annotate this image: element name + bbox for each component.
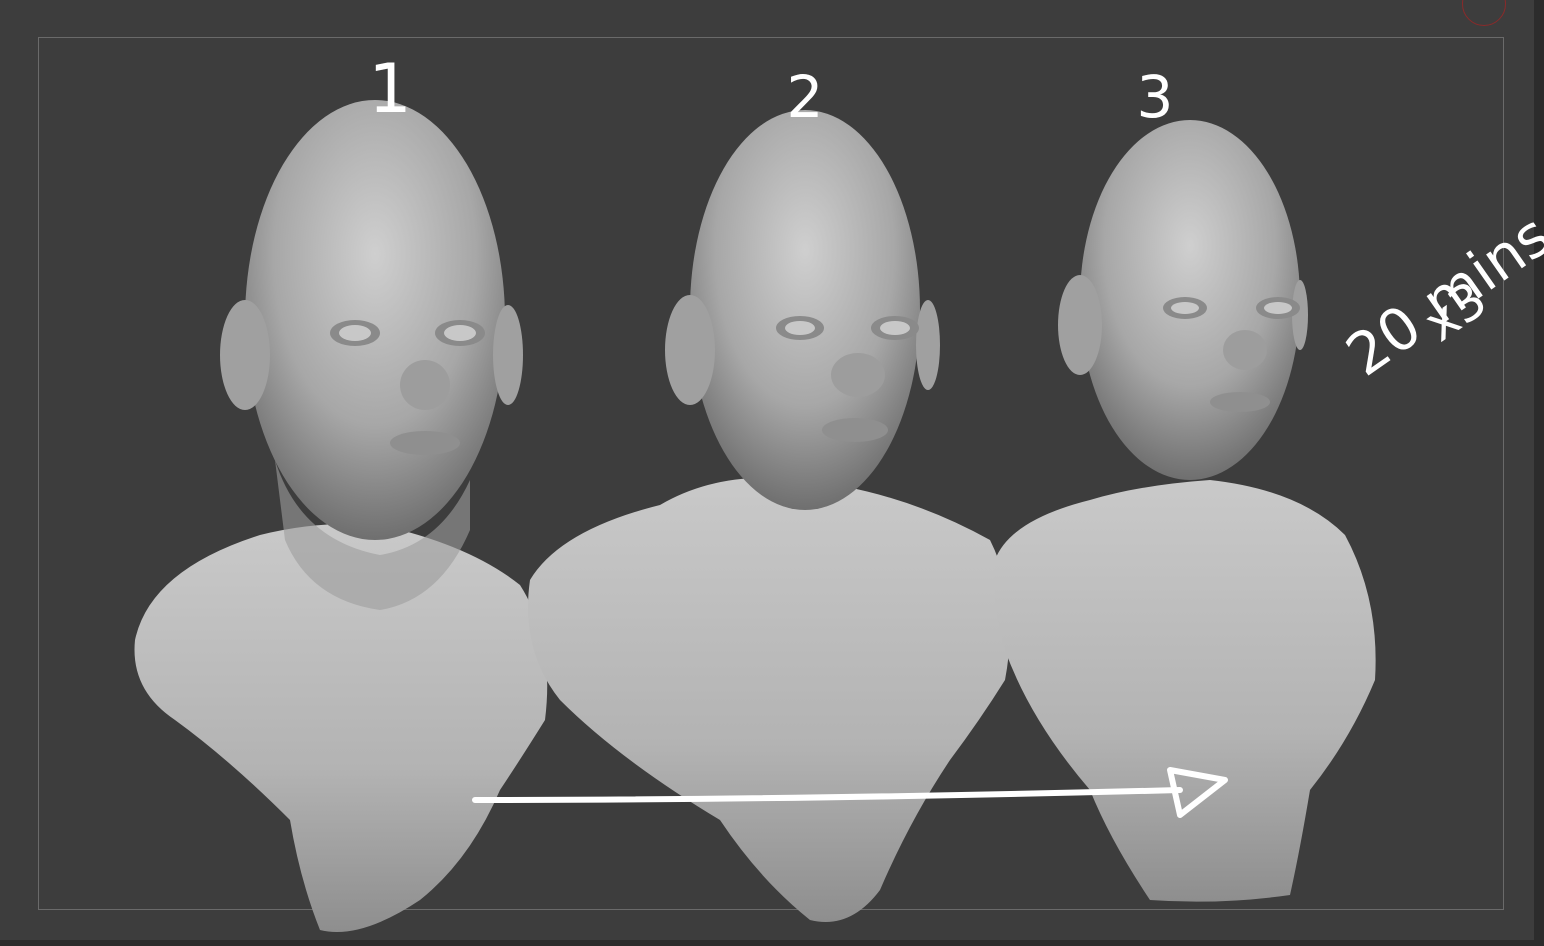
bust-3 (993, 120, 1376, 902)
bust-1-number: 1 (368, 50, 411, 129)
bust-1 (134, 100, 548, 932)
bust-2-number: 2 (787, 63, 824, 131)
sculpt-scene: 1 2 3 20 mins x3 (134, 50, 1544, 932)
sculpt-viewport[interactable]: 1 2 3 20 mins x3 (0, 0, 1544, 946)
bust-3-number: 3 (1137, 63, 1174, 131)
